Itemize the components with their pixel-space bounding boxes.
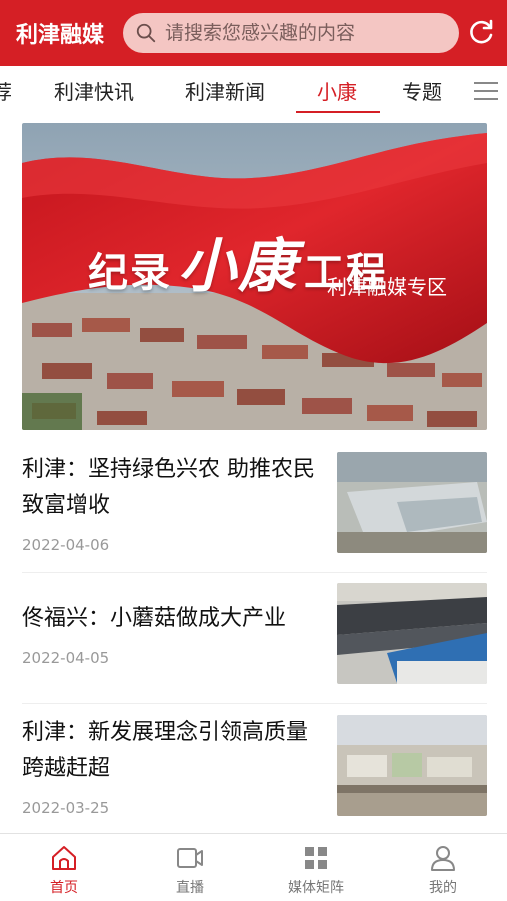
news-title[interactable]: 利津：新发展理念引领高质量跨越赶超 — [22, 715, 327, 787]
nav-live-label: 直播 — [176, 880, 204, 896]
tab-recommend[interactable]: 荐 — [0, 76, 12, 105]
news-date: 2022-04-06 — [22, 536, 110, 554]
app-header: 利津融媒 — [0, 0, 507, 66]
home-icon — [52, 846, 76, 870]
news-date: 2022-04-05 — [22, 649, 110, 667]
nav-home-label: 首页 — [50, 880, 78, 896]
tab-lijin-news[interactable]: 利津新闻 — [185, 76, 265, 105]
search-icon — [136, 23, 156, 43]
search-bar[interactable] — [123, 13, 459, 53]
news-thumbnail[interactable] — [337, 583, 487, 684]
app-title: 利津融媒 — [16, 23, 105, 48]
grid-icon — [305, 847, 327, 869]
bottom-nav: 首页 直播 媒体矩阵 我的 — [0, 833, 507, 901]
tab-xiaokang[interactable]: 小康 — [317, 76, 357, 105]
category-tabs: 荐 利津快讯 利津新闻 小康 专题 — [0, 66, 507, 114]
news-title[interactable]: 佟福兴：小蘑菇做成大产业 — [22, 601, 327, 637]
nav-profile-label: 我的 — [429, 880, 457, 896]
banner-subtitle: 利津融媒专区 — [327, 275, 447, 299]
news-thumbnail[interactable] — [337, 452, 487, 553]
nav-media-matrix-label: 媒体矩阵 — [288, 880, 344, 896]
nav-profile[interactable]: 我的 — [380, 834, 506, 901]
nav-live[interactable]: 直播 — [127, 834, 253, 901]
user-icon — [431, 846, 455, 871]
divider — [22, 703, 487, 704]
tab-special[interactable]: 专题 — [402, 76, 442, 105]
menu-icon[interactable] — [472, 80, 500, 102]
news-thumbnail[interactable] — [337, 715, 487, 816]
active-tab-indicator — [296, 111, 380, 113]
news-date: 2022-03-25 — [22, 799, 110, 817]
nav-home[interactable]: 首页 — [1, 834, 127, 901]
featured-banner[interactable]: 纪录 小康 工程 利津融媒专区 — [22, 123, 487, 430]
nav-media-matrix[interactable]: 媒体矩阵 — [253, 834, 379, 901]
search-input[interactable] — [163, 21, 447, 45]
divider — [22, 572, 487, 573]
news-title[interactable]: 利津：坚持绿色兴农 助推农民致富增收 — [22, 452, 327, 524]
video-icon — [177, 848, 203, 868]
refresh-icon[interactable] — [466, 18, 496, 48]
tab-lijin-express[interactable]: 利津快讯 — [54, 76, 134, 105]
